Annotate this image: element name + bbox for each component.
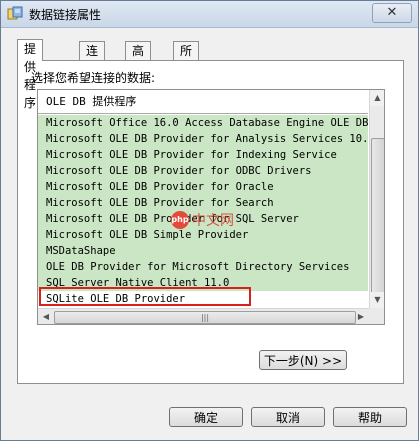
close-button[interactable]: ✕ [372,3,412,23]
close-icon: ✕ [386,5,398,20]
window-title: 数据链接属性 [29,8,102,22]
dialog-window: 数据链接属性 ✕ 提供程序 连接 高级 所有 选择您希望连接的数据: OLE D… [0,0,419,441]
tab-advanced[interactable]: 高级 [125,41,152,76]
help-button[interactable]: 帮助 [333,407,407,427]
list-item[interactable]: MSDataShape [38,243,368,259]
scrollbar-corner [369,308,384,324]
cancel-button[interactable]: 取消 [251,407,325,427]
watermark-logo-icon: php [171,211,189,229]
select-data-prompt: 选择您希望连接的数据: [31,71,156,85]
ok-button[interactable]: 确定 [169,407,243,427]
scroll-right-icon[interactable]: ▶ [353,309,369,324]
list-item[interactable]: OLE DB Provider for Microsoft Directory … [38,259,368,275]
next-button[interactable]: 下一步(N) >> [259,350,347,370]
vertical-scroll-thumb[interactable] [371,138,384,294]
title-bar: 数据链接属性 ✕ [1,1,418,28]
list-item[interactable]: Microsoft OLE DB Provider for Oracle [38,179,368,195]
tab-all[interactable]: 所有 [173,41,200,76]
horizontal-scrollbar[interactable]: ◀ ||| ▶ [38,308,369,324]
watermark-text: 中文网 [192,213,234,229]
horizontal-scroll-thumb[interactable]: ||| [54,311,356,324]
tab-providers[interactable]: 提供程序 [17,39,44,110]
scroll-down-icon[interactable]: ▼ [370,292,384,308]
list-item[interactable]: Microsoft OLE DB Provider for ODBC Drive… [38,163,368,179]
list-item[interactable]: Microsoft OLE DB Provider for Indexing S… [38,147,368,163]
tab-connection[interactable]: 连接 [79,41,106,76]
vertical-scrollbar[interactable]: ▲ ▼ [369,90,384,308]
list-column-header[interactable]: OLE DB 提供程序 [38,90,368,114]
scroll-up-icon[interactable]: ▲ [370,90,384,106]
data-link-icon [7,6,23,20]
highlight-annotation [39,287,251,306]
watermark: php 中文网 [171,209,241,231]
list-item[interactable]: Microsoft Office 16.0 Access Database En… [38,115,368,131]
list-item[interactable]: Microsoft OLE DB Provider for Analysis S… [38,131,368,147]
scroll-left-icon[interactable]: ◀ [38,309,54,324]
